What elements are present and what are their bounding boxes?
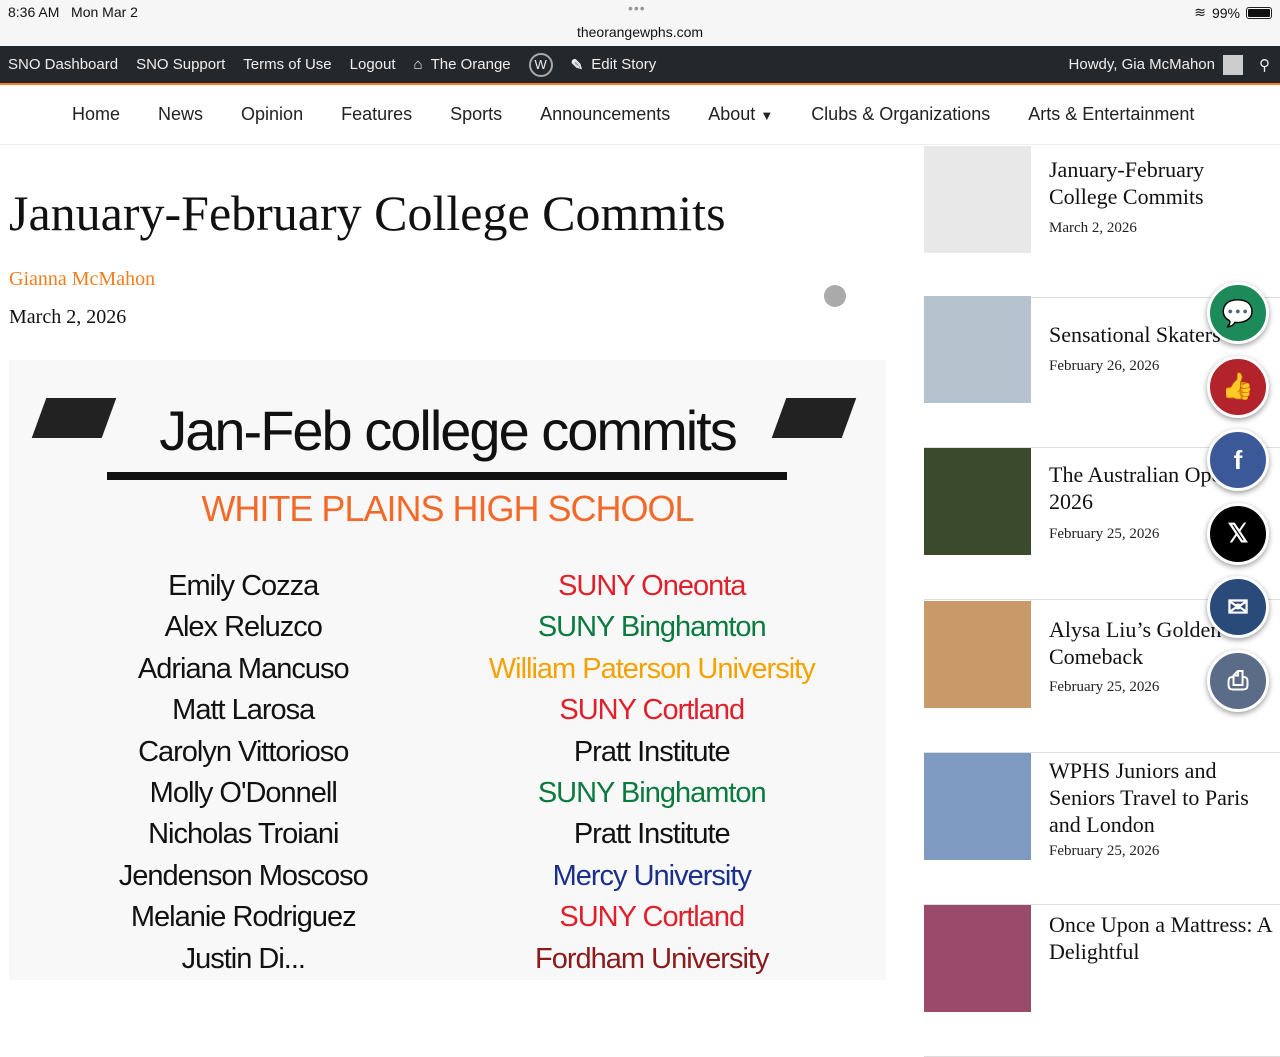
college-name: Mercy University [552,859,752,892]
caret-down-icon: ▼ [760,108,774,123]
commits-graphic: Jan-Feb college commits WHITE PLAINS HIG… [9,360,886,980]
story-date: February 26, 2026 [1049,358,1160,374]
site-link[interactable]: ⌂ The Orange [414,56,511,73]
student-name: Nicholas Troiani [148,818,339,851]
sidebar-story[interactable]: Once Upon a Mattress: A Delightful [924,905,1280,1057]
student-name: Alex Reluzco [164,611,323,644]
story-title[interactable]: January-February College Commits [1049,156,1274,210]
date: Mon Mar 2 [71,4,138,20]
greeting[interactable]: Howdy, Gia McMahon [1069,56,1215,73]
edit-story-link[interactable]: ✎ Edit Story [571,56,657,74]
terms-link[interactable]: Terms of Use [243,56,331,73]
thumbs-up-icon: 👍 [1221,371,1255,402]
commit-row: Justin Di... Fordham University [9,943,886,980]
nav-clubs[interactable]: Clubs & Organizations [811,104,990,125]
email-share-button[interactable]: ✉ [1207,576,1269,639]
commit-row: Alex Reluzco SUNY Binghamton [9,611,886,652]
status-bar: 8:36 AM Mon Mar 2 ••• theorangewphs.com … [0,0,1280,46]
logout-link[interactable]: Logout [350,56,396,73]
print-share-button[interactable]: ⎙ [1207,650,1269,712]
indicator-dot [824,285,846,307]
nav-announcements[interactable]: Announcements [540,104,670,125]
commit-row: Jendenson Moscoso Mercy University [9,860,886,901]
author-link[interactable]: Gianna McMahon [9,268,155,291]
story-date: March 2, 2026 [1049,220,1137,236]
nav-arts[interactable]: Arts & Entertainment [1028,104,1194,125]
nav-sports[interactable]: Sports [450,104,502,125]
home-icon: ⌂ [413,56,423,73]
x-icon: 𝕏 [1227,518,1249,549]
student-name: Melanie Rodriguez [130,901,357,934]
story-thumbnail[interactable] [924,905,1031,1012]
sidebar-story[interactable]: WPHS Juniors and Seniors Travel to Paris… [924,753,1280,905]
sno-support-link[interactable]: SNO Support [136,56,225,73]
commit-row: Carolyn Vittorioso Pratt Institute [9,736,886,777]
divider [107,472,787,480]
commit-row: Nicholas Troiani Pratt Institute [9,818,886,859]
story-thumbnail[interactable] [924,448,1031,555]
nav-about[interactable]: About ▼ [708,104,773,125]
college-name: SUNY Binghamton [537,776,767,809]
battery-text: 99% [1211,4,1240,21]
sno-dashboard-link[interactable]: SNO Dashboard [8,56,118,73]
print-icon: ⎙ [1227,665,1249,695]
college-name: SUNY Binghamton [537,611,767,644]
college-name: SUNY Cortland [559,901,745,934]
student-name: Justin Di... [181,942,306,975]
article-title: January-February College Commits [9,185,726,241]
admin-bar: SNO Dashboard SNO Support Terms of Use L… [0,46,1280,85]
email-icon: ✉ [1227,591,1249,622]
commit-row: Emily Cozza SUNY Oneonta [9,570,886,611]
student-name: Emily Cozza [168,570,319,602]
story-date: February 25, 2026 [1049,526,1160,542]
url-bar[interactable]: theorangewphs.com [0,24,1280,40]
search-icon[interactable]: ⚲ [1259,56,1270,74]
nav-home[interactable]: Home [72,104,120,125]
avatar[interactable] [1223,54,1243,75]
student-name: Matt Larosa [172,694,315,727]
facebook-icon: f [1233,444,1243,475]
student-name: Molly O'Donnell [149,776,338,809]
commit-row: Melanie Rodriguez SUNY Cortland [9,901,886,942]
story-thumbnail[interactable] [924,296,1031,403]
graphic-title: Jan-Feb college commits [159,399,737,462]
wifi-icon: ≋ [1194,4,1206,20]
student-name: Jendenson Moscoso [118,859,369,892]
commit-row: Matt Larosa SUNY Cortland [9,694,886,735]
story-thumbnail[interactable] [924,601,1031,708]
battery-icon [1246,6,1272,19]
college-name: Pratt Institute [573,735,731,768]
story-title[interactable]: Once Upon a Mattress: A Delightful [1049,911,1274,965]
commit-row: Adriana Mancuso William Paterson Universi… [9,653,886,694]
story-date: February 25, 2026 [1049,679,1160,695]
commit-row: Molly O'Donnell SUNY Binghamton [9,777,886,818]
college-name: Fordham University [535,942,769,975]
x-share-button[interactable]: 𝕏 [1207,502,1269,565]
article-date: March 2, 2026 [9,306,127,328]
nav-features[interactable]: Features [341,104,412,125]
college-name: SUNY Oneonta [558,570,746,602]
thumbs-up-share-button[interactable]: 👍 [1207,355,1269,418]
comment-icon: 💬 [1221,297,1255,328]
comment-share-button[interactable]: 💬 [1207,282,1269,344]
main-nav: Home News Opinion Features Sports Announ… [0,85,1280,145]
college-name: William Paterson University [488,652,816,685]
pencil-icon: ✎ [570,56,584,74]
story-date: February 25, 2026 [1049,843,1160,859]
time: 8:36 AM [8,4,60,20]
nav-news[interactable]: News [158,104,203,125]
sidebar-story[interactable]: January-February College Commits March 2… [924,146,1280,298]
college-name: Pratt Institute [573,818,731,851]
college-name: SUNY Cortland [559,694,745,727]
wordpress-icon[interactable]: W [528,52,553,77]
graphic-subtitle: WHITE PLAINS HIGH SCHOOL [201,488,694,529]
student-name: Carolyn Vittorioso [138,735,349,768]
story-thumbnail[interactable] [924,753,1031,860]
more-dots-icon[interactable]: ••• [628,0,646,16]
nav-opinion[interactable]: Opinion [241,104,303,125]
student-name: Adriana Mancuso [137,652,350,685]
story-thumbnail[interactable] [924,146,1031,253]
story-title[interactable]: WPHS Juniors and Seniors Travel to Paris… [1049,757,1274,838]
facebook-share-button[interactable]: f [1207,429,1269,492]
